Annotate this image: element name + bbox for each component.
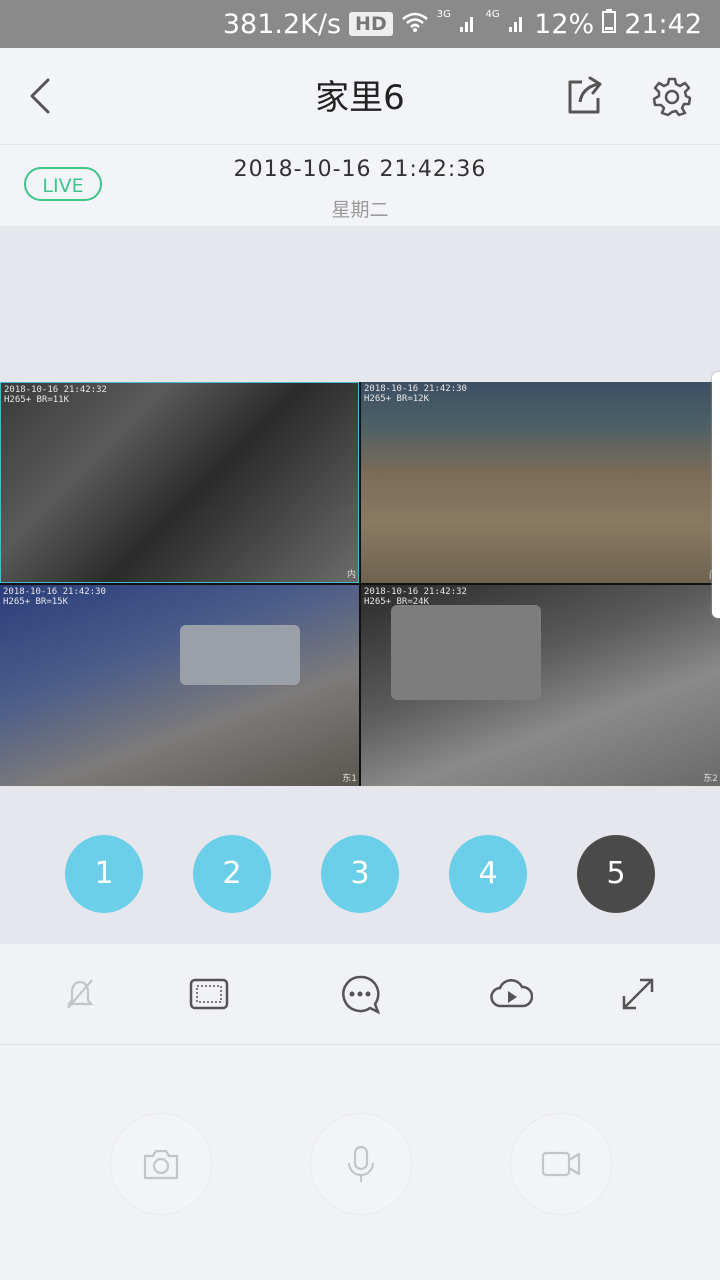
signal-4g-icon: 4G — [485, 9, 526, 40]
channel-button-4[interactable]: 4 — [449, 835, 527, 913]
snapshot-icon — [143, 1149, 179, 1180]
channel-button-3[interactable]: 3 — [321, 835, 399, 913]
scroll-handle[interactable] — [712, 372, 720, 618]
aspect-ratio-icon[interactable] — [189, 974, 229, 1014]
status-bar: 381.2K/s HD 3G 4G 12% 21:42 — [0, 0, 720, 48]
microphone-icon — [347, 1145, 375, 1182]
camera-view-2[interactable]: 2018-10-16 21:42:30 H265+ BR=12K 门 — [361, 382, 720, 583]
camera-view-1[interactable]: 2018-10-16 21:42:32 H265+ BR=11K 内 — [0, 382, 359, 583]
osd-bitrate: H265+ BR=15K — [3, 597, 69, 607]
net-4g-label: 4G — [485, 8, 500, 20]
snapshot-button[interactable] — [110, 1113, 212, 1215]
share-icon[interactable] — [562, 74, 606, 118]
app-header: 家里6 — [0, 48, 720, 144]
camera-view-3[interactable]: 2018-10-16 21:42:30 H265+ BR=15K 东1 — [0, 585, 359, 786]
wifi-icon — [401, 9, 429, 40]
fullscreen-icon[interactable] — [618, 974, 658, 1014]
osd-timestamp: 2018-10-16 21:42:30 — [3, 587, 106, 597]
hd-badge: HD — [349, 12, 393, 36]
camera-label: 内 — [346, 570, 356, 580]
weekday: 星期二 — [331, 199, 389, 221]
osd-timestamp: 2018-10-16 21:42:32 — [4, 385, 107, 395]
page-title: 家里6 — [315, 78, 405, 118]
camera-osd: 2018-10-16 21:42:30 H265+ BR=12K — [364, 384, 467, 404]
channel-button-2[interactable]: 2 — [193, 835, 271, 913]
vehicle-shape — [391, 605, 541, 700]
status-indicators: 381.2K/s HD 3G 4G 12% 21:42 — [223, 0, 702, 48]
action-panel — [0, 1045, 720, 1280]
record-button[interactable] — [510, 1113, 612, 1215]
vehicle-shape — [180, 625, 300, 685]
signal-3g-icon: 3G — [437, 9, 478, 40]
net-3g-label: 3G — [436, 8, 451, 20]
talk-button[interactable] — [310, 1113, 412, 1215]
osd-bitrate: H265+ BR=24K — [364, 597, 430, 607]
osd-timestamp: 2018-10-16 21:42:32 — [364, 587, 467, 597]
current-datetime: 2018-10-16 21:42:36 — [233, 157, 487, 182]
cloud-playback-icon[interactable] — [489, 974, 534, 1014]
battery-icon — [602, 8, 617, 40]
osd-timestamp: 2018-10-16 21:42:30 — [364, 384, 467, 394]
channel-selector: 1 2 3 4 5 — [0, 835, 720, 915]
record-video-icon — [541, 1151, 581, 1177]
info-row: LIVE 2018-10-16 21:42:36 星期二 — [0, 144, 720, 227]
camera-osd: 2018-10-16 21:42:30 H265+ BR=15K — [3, 587, 106, 607]
network-speed: 381.2K/s — [222, 8, 342, 40]
channel-button-5[interactable]: 5 — [577, 835, 655, 913]
playback-toolbar — [0, 944, 720, 1045]
channel-button-1[interactable]: 1 — [65, 835, 143, 913]
settings-icon[interactable] — [650, 74, 694, 118]
camera-view-4[interactable]: 2018-10-16 21:42:32 H265+ BR=24K 东2 — [361, 585, 720, 786]
camera-label: 东1 — [342, 774, 357, 784]
osd-bitrate: H265+ BR=12K — [364, 394, 430, 404]
camera-osd: 2018-10-16 21:42:32 H265+ BR=24K — [364, 587, 467, 607]
camera-grid: 2018-10-16 21:42:32 H265+ BR=11K 内 2018-… — [0, 382, 720, 786]
clock: 21:42 — [624, 8, 702, 40]
mute-icon[interactable] — [60, 974, 100, 1014]
osd-bitrate: H265+ BR=11K — [4, 395, 70, 405]
camera-osd: 2018-10-16 21:42:32 H265+ BR=11K — [4, 385, 107, 405]
camera-label: 东2 — [703, 774, 718, 784]
message-icon[interactable] — [340, 974, 381, 1015]
battery-percent: 12% — [534, 8, 595, 40]
